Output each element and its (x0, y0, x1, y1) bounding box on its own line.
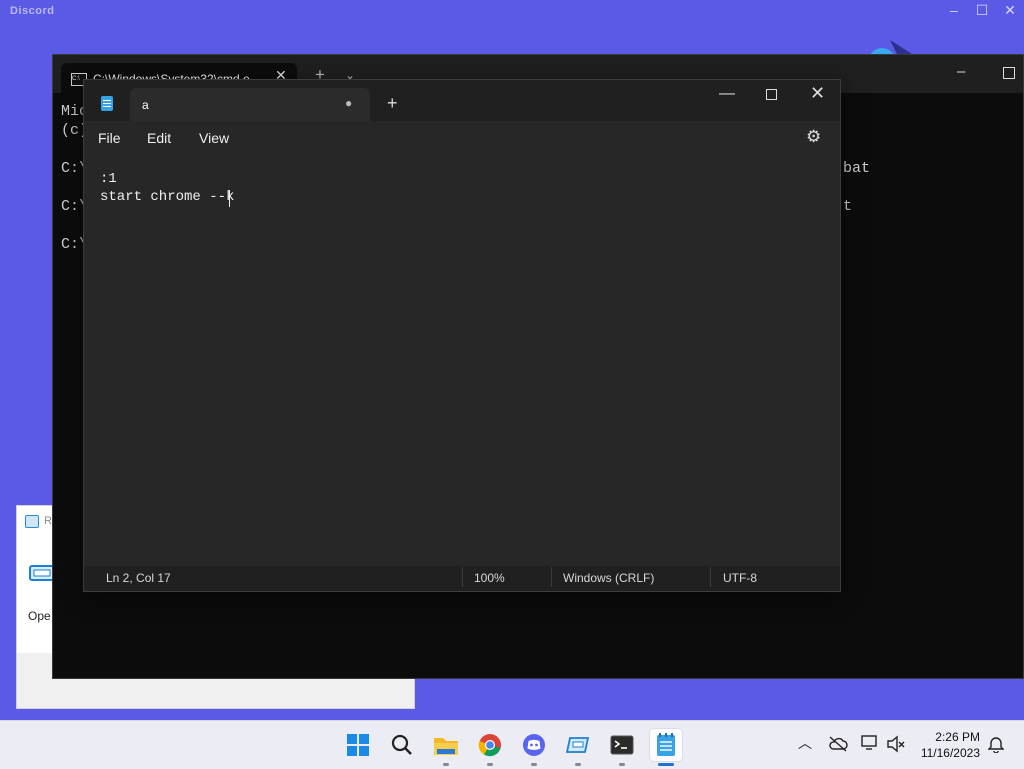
run-icon[interactable] (562, 729, 594, 761)
cloud-offline-icon[interactable] (828, 735, 848, 753)
discord-close-button[interactable]: ✕ (1000, 2, 1020, 19)
clock-date: 11/16/2023 (920, 746, 980, 760)
terminal-line-fragment: t (843, 198, 853, 215)
editor-line-2: start chrome --k (100, 189, 235, 205)
active-indicator (658, 763, 674, 766)
notepad-close-button[interactable]: ✕ (810, 83, 825, 104)
run-dialog-title: R (44, 515, 52, 527)
notepad-taskbar-icon[interactable] (650, 729, 682, 761)
status-divider (710, 567, 711, 587)
menu-edit[interactable]: Edit (147, 130, 171, 146)
discord-maximize-button[interactable]: ☐ (972, 2, 992, 19)
discord-icon[interactable] (518, 729, 550, 761)
running-indicator (619, 763, 625, 766)
menu-view[interactable]: View (199, 130, 229, 146)
chrome-icon[interactable] (474, 729, 506, 761)
tray-chevron-icon[interactable]: ︿ (798, 733, 812, 753)
settings-gear-icon[interactable]: ⚙ (806, 127, 821, 147)
search-icon[interactable] (386, 729, 418, 761)
editor-line-1: :1 (100, 171, 117, 187)
run-open-label: Ope (28, 609, 51, 623)
status-line-ending: Windows (CRLF) (563, 571, 655, 585)
clock[interactable]: 2:26 PM 11/16/2023 (912, 729, 980, 761)
terminal-line-fragment: bat (843, 160, 871, 177)
notepad-maximize-button[interactable] (766, 89, 777, 100)
text-caret (229, 190, 230, 207)
running-indicator (575, 763, 581, 766)
discord-title: Discord (10, 5, 55, 17)
menu-file[interactable]: File (98, 130, 121, 146)
terminal-icon[interactable] (606, 729, 638, 761)
discord-minimize-button[interactable]: – (944, 2, 964, 18)
terminal-maximize-button[interactable] (1003, 67, 1015, 79)
notepad-icon (101, 96, 113, 111)
network-icon[interactable] (860, 734, 880, 752)
run-titlebar-icon (25, 515, 39, 528)
notepad-menu-bar (84, 121, 840, 154)
status-position: Ln 2, Col 17 (106, 571, 171, 585)
running-indicator (531, 763, 537, 766)
notepad-text-area[interactable] (84, 154, 840, 566)
running-indicator (487, 763, 493, 766)
notification-bell-icon[interactable] (988, 735, 1004, 753)
notepad-tab-title: a (142, 98, 149, 112)
notepad-new-tab-button[interactable]: + (387, 93, 398, 114)
status-encoding: UTF-8 (723, 571, 757, 585)
volume-muted-icon[interactable] (886, 734, 906, 754)
terminal-minimize-button[interactable]: – (957, 63, 965, 80)
status-divider (551, 567, 552, 587)
running-indicator (443, 763, 449, 766)
status-zoom: 100% (474, 571, 505, 585)
windows-start-icon[interactable] (342, 729, 374, 761)
taskbar: ︿ 2:26 PM 11/16/2023 (0, 720, 1024, 769)
notepad-window[interactable]: a ● + — ✕ File Edit View ⚙ :1 start chro… (83, 79, 841, 592)
unsaved-dot-icon[interactable]: ● (345, 96, 352, 110)
notepad-minimize-button[interactable]: — (719, 85, 735, 103)
notepad-tab[interactable] (130, 88, 370, 121)
file-explorer-icon[interactable] (430, 729, 462, 761)
status-divider (462, 567, 463, 587)
clock-time: 2:26 PM (935, 730, 980, 744)
